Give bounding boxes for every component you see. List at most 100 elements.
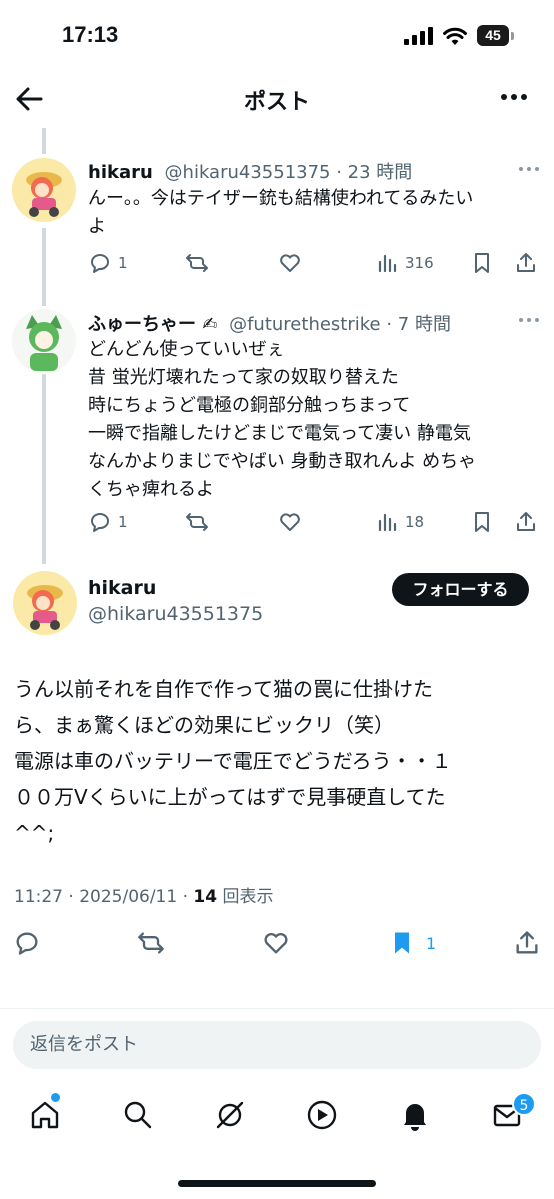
author-meta: @futurethestrike · 7 時間 xyxy=(229,314,451,335)
divider xyxy=(0,1008,554,1009)
avatar[interactable] xyxy=(12,158,76,222)
tab-home[interactable] xyxy=(28,1098,62,1132)
author-name[interactable]: ふゅーちゃー ✍ xyxy=(88,314,217,335)
status-bar: 17:13 45 xyxy=(0,0,554,72)
text-line: 一瞬で指離したけどまじで電気って凄い 静電気 xyxy=(88,423,471,444)
reply-icon xyxy=(16,932,38,955)
text-line: うん以前それを自作で作って猫の罠に仕掛けた xyxy=(14,677,433,701)
page-title: ポスト xyxy=(243,90,310,115)
repost-icon xyxy=(186,254,208,272)
post-metadata: 11:27 · 2025/06/11 · 14 回表示 xyxy=(14,882,273,907)
share-button[interactable] xyxy=(514,249,538,277)
avatar[interactable] xyxy=(13,571,77,635)
text-line: 昔 蛍光灯壊れたって家の奴取り替えた xyxy=(88,367,399,388)
tab-grok[interactable] xyxy=(213,1098,247,1132)
more-options-icon[interactable] xyxy=(518,317,540,323)
views-button[interactable]: 18 xyxy=(375,508,424,536)
reply-text: どんどん使っていいぜぇ 昔 蛍光灯壊れたって家の奴取り替えた 時にちょうど電極の… xyxy=(88,336,538,504)
views-button[interactable]: 316 xyxy=(375,249,434,277)
home-icon xyxy=(31,1101,59,1129)
author-handle[interactable]: @hikaru43551375 xyxy=(88,603,263,625)
bookmark-button[interactable] xyxy=(470,249,494,277)
author-name[interactable]: hikaru xyxy=(88,162,153,183)
notifications-icon xyxy=(404,1104,426,1131)
battery-tip xyxy=(511,32,514,40)
text-line: ^^; xyxy=(14,821,55,845)
text-line: よ xyxy=(88,216,106,237)
reply-text: んー。。今はテイザー銃も結構使われてるみたい よ xyxy=(88,185,538,241)
post-actions: 1 xyxy=(0,928,554,958)
cellular-signal-icon xyxy=(404,27,433,45)
top-nav-bar: ポスト xyxy=(0,72,554,126)
text-line: なんかよりまじでやばい 身動き取れんよ めちゃ xyxy=(88,451,477,472)
reply-icon xyxy=(91,254,110,273)
share-icon xyxy=(517,512,535,531)
heart-icon xyxy=(280,254,300,272)
reply-count: 1 xyxy=(118,254,128,272)
bookmark-icon xyxy=(475,253,489,273)
thread-connector-line xyxy=(42,228,46,306)
author-name[interactable]: hikaru xyxy=(88,577,156,599)
follow-button[interactable]: フォローする xyxy=(392,573,529,606)
video-icon xyxy=(307,1100,337,1130)
reply-header: hikaru @hikaru43551375 · 23 時間 xyxy=(88,158,412,184)
more-options-icon[interactable] xyxy=(500,92,528,102)
views-chart-icon xyxy=(378,254,397,273)
repost-button[interactable] xyxy=(185,249,209,277)
home-indicator[interactable] xyxy=(178,1180,376,1187)
text-line: ら、まぁ驚くほどの効果にビックリ（笑） xyxy=(14,713,394,737)
bookmark-button[interactable] xyxy=(470,508,494,536)
like-button[interactable] xyxy=(278,508,302,536)
text-line: 電源は車のバッテリーで電圧でどうだろう・・１ xyxy=(14,749,452,773)
heart-icon xyxy=(280,513,300,531)
battery-indicator: 45 xyxy=(477,25,509,46)
bottom-tab-bar xyxy=(0,1088,554,1148)
wifi-icon xyxy=(443,27,467,45)
tab-search[interactable] xyxy=(121,1098,155,1132)
like-button[interactable] xyxy=(278,249,302,277)
post-timestamp[interactable]: 11:27 · 2025/06/11 · xyxy=(14,887,193,907)
search-icon xyxy=(124,1101,152,1129)
tab-notifications[interactable] xyxy=(398,1098,432,1132)
reply-header: ふゅーちゃー ✍ @futurethestrike · 7 時間 xyxy=(88,310,451,336)
bookmark-filled-icon xyxy=(395,932,409,954)
like-button[interactable] xyxy=(262,928,290,958)
reply-count: 1 xyxy=(118,513,128,531)
share-button[interactable] xyxy=(513,928,541,958)
post-text: うん以前それを自作で作って猫の罠に仕掛けた ら、まぁ驚くほどの効果にビックリ（笑… xyxy=(14,671,534,851)
reply-actions: 1 316 xyxy=(88,249,540,277)
reply-input[interactable]: 返信をポスト xyxy=(13,1021,541,1069)
thread-connector-line xyxy=(42,128,46,154)
more-options-icon[interactable] xyxy=(518,166,540,172)
views-count: 18 xyxy=(405,513,425,531)
share-icon xyxy=(517,253,535,272)
repost-icon xyxy=(186,513,208,531)
reply-button[interactable] xyxy=(13,928,41,958)
share-icon xyxy=(516,931,538,954)
views-chart-icon xyxy=(378,513,397,532)
text-line: んー。。今はテイザー銃も結構使われてるみたい xyxy=(88,188,474,209)
avatar[interactable] xyxy=(12,309,76,373)
views-count: 316 xyxy=(405,254,434,272)
views-count: 14 xyxy=(193,887,218,907)
reply-button[interactable]: 1 xyxy=(88,508,128,536)
text-line: くちゃ痺れるよ xyxy=(88,479,214,500)
status-time: 17:13 xyxy=(62,22,119,47)
author-meta: @hikaru43551375 · 23 時間 xyxy=(164,162,413,183)
grok-icon xyxy=(216,1101,244,1129)
tab-video[interactable] xyxy=(305,1098,339,1132)
reply-icon xyxy=(91,513,110,532)
text-line: 時にちょうど電極の銅部分触っちまって xyxy=(88,395,411,416)
thread-connector-line xyxy=(42,374,46,564)
views-label: 回表示 xyxy=(217,887,274,907)
bookmark-button[interactable]: 1 xyxy=(388,928,436,958)
reply-actions: 1 18 xyxy=(88,508,540,536)
repost-button[interactable] xyxy=(137,928,165,958)
home-unread-dot xyxy=(51,1093,60,1102)
text-line: ００万Vくらいに上がってはずで見事硬直してた xyxy=(14,785,446,809)
heart-icon xyxy=(264,932,288,954)
messages-badge: 5 xyxy=(512,1092,536,1116)
share-button[interactable] xyxy=(514,508,538,536)
repost-button[interactable] xyxy=(185,508,209,536)
reply-button[interactable]: 1 xyxy=(88,249,128,277)
